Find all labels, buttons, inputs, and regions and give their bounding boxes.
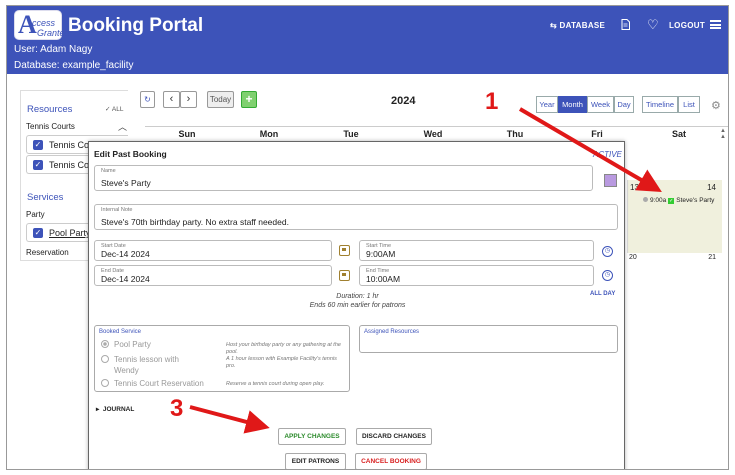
arrow-to-event [518,107,662,193]
app-window: A ccess Granted Booking Portal User: Ada… [6,5,729,470]
arrow-to-apply [189,405,270,434]
annotation-arrows [189,107,662,434]
